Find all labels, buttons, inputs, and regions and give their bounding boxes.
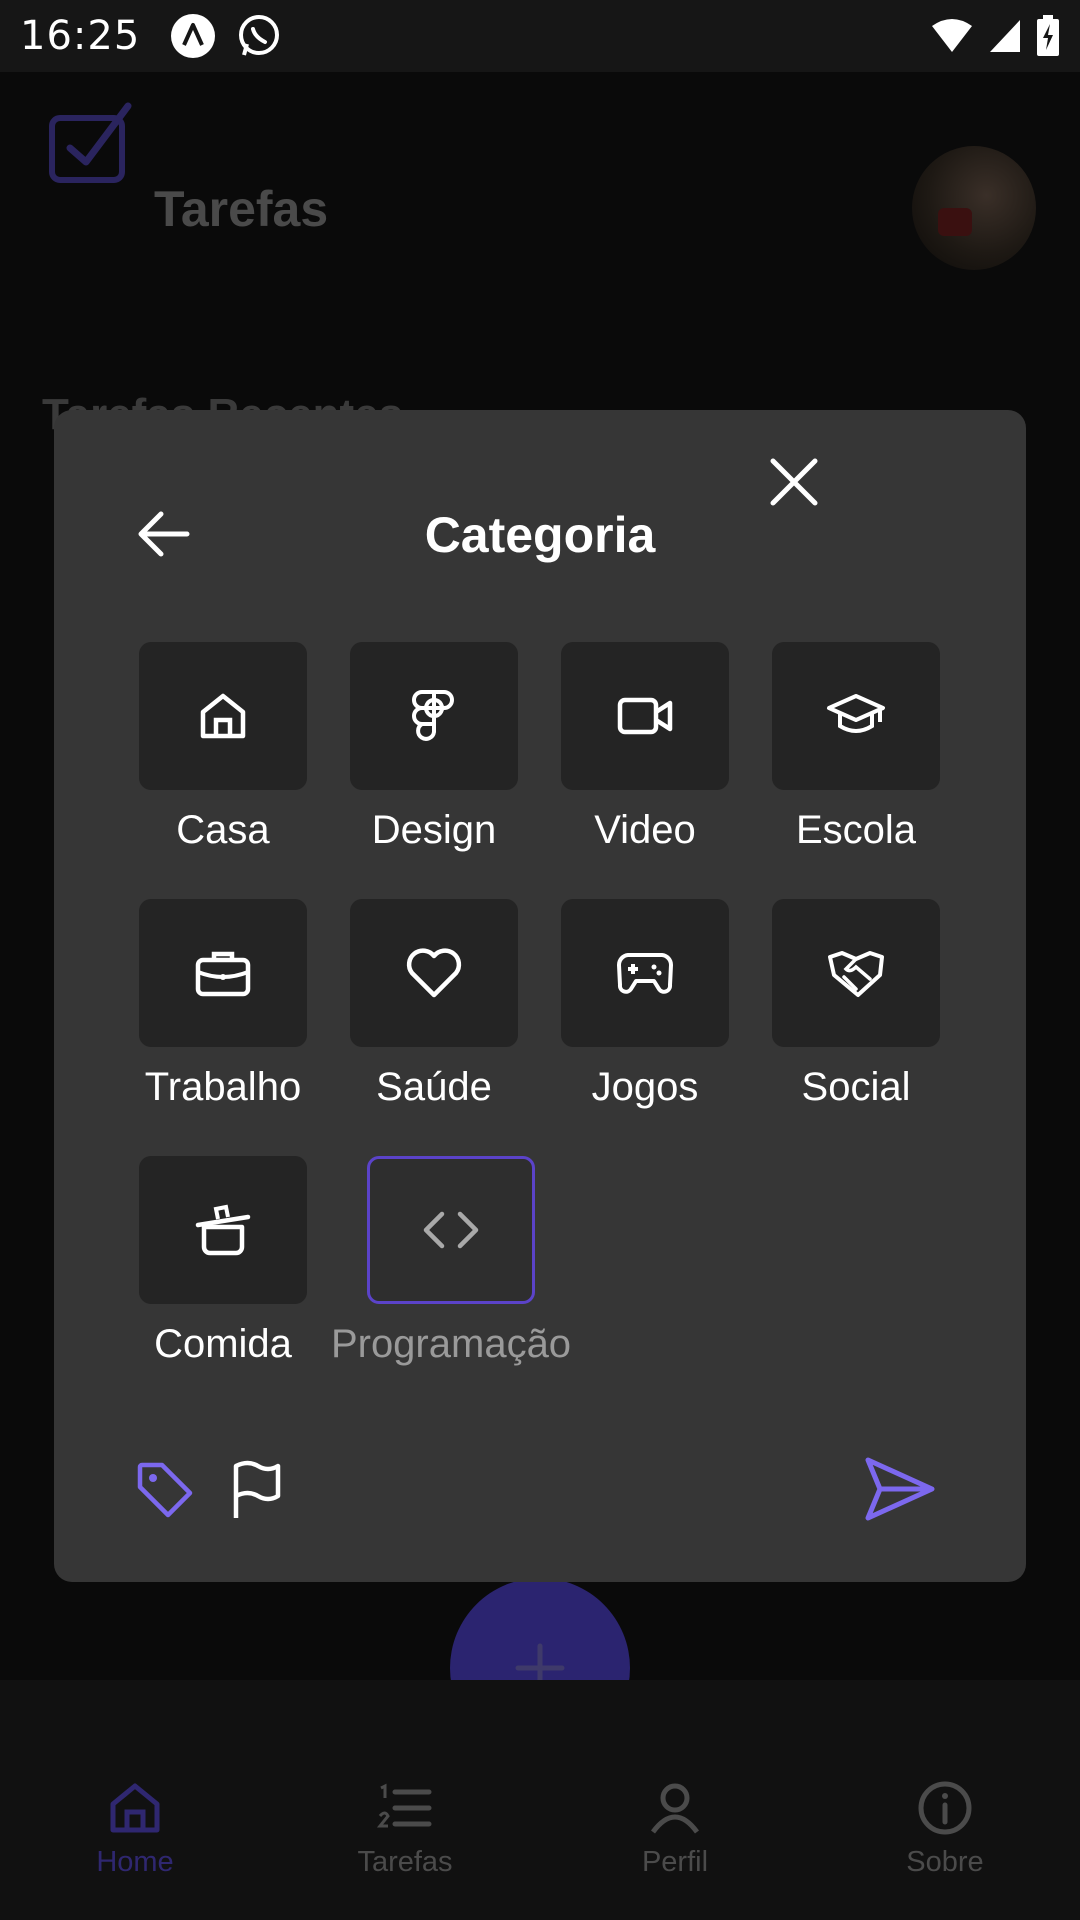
list-numbers-icon bbox=[377, 1783, 432, 1828]
category-casa[interactable]: Casa bbox=[139, 642, 307, 853]
briefcase-icon bbox=[195, 951, 251, 997]
nav-sobre-label: Sobre bbox=[906, 1846, 984, 1878]
category-jogos[interactable]: Jogos bbox=[561, 899, 729, 1110]
category-label: Jogos bbox=[591, 1065, 699, 1109]
category-social[interactable]: Social bbox=[772, 899, 940, 1110]
category-tile[interactable] bbox=[139, 642, 307, 790]
category-label: Programação bbox=[330, 1322, 572, 1366]
category-modal: Categoria Casa Design Video Escola Traba… bbox=[54, 410, 1026, 1582]
category-comida[interactable]: Comida bbox=[139, 1156, 307, 1367]
category-label: Casa bbox=[176, 808, 270, 852]
category-tile[interactable] bbox=[350, 642, 518, 790]
tag-icon[interactable] bbox=[136, 1461, 194, 1524]
cooking-pot-icon bbox=[195, 1204, 251, 1256]
nav-tarefas[interactable]: Tarefas bbox=[305, 1780, 505, 1879]
category-label: Design bbox=[371, 808, 497, 852]
home-icon bbox=[200, 693, 246, 739]
category-tile[interactable] bbox=[772, 642, 940, 790]
category-tile[interactable] bbox=[561, 642, 729, 790]
close-icon bbox=[770, 458, 818, 506]
avatar[interactable] bbox=[912, 146, 1036, 270]
bottom-navigation: Home Tarefas Perfil Sobre bbox=[0, 1680, 1080, 1920]
category-label: Trabalho bbox=[144, 1065, 302, 1109]
heart-icon bbox=[406, 948, 462, 998]
category-trabalho[interactable]: Trabalho bbox=[139, 899, 307, 1110]
category-label: Saúde bbox=[376, 1065, 492, 1109]
category-video[interactable]: Video bbox=[561, 642, 729, 853]
app-title: Tarefas bbox=[154, 181, 329, 237]
status-bar: 16:25 bbox=[0, 0, 1080, 72]
category-tile[interactable] bbox=[367, 1156, 535, 1304]
modal-title: Categoria bbox=[424, 507, 656, 563]
battery-charging-icon bbox=[1036, 15, 1060, 57]
send-button[interactable] bbox=[864, 1456, 936, 1527]
category-tile[interactable] bbox=[350, 899, 518, 1047]
handshake-icon bbox=[828, 951, 884, 997]
flag-icon[interactable] bbox=[230, 1460, 282, 1525]
nav-perfil[interactable]: Perfil bbox=[575, 1780, 775, 1879]
category-tile[interactable] bbox=[139, 1156, 307, 1304]
category-label: Social bbox=[801, 1065, 911, 1109]
app-notification-icon bbox=[170, 13, 216, 59]
send-icon bbox=[865, 1457, 935, 1521]
info-icon bbox=[918, 1781, 972, 1835]
category-tile[interactable] bbox=[561, 899, 729, 1047]
figma-icon bbox=[412, 690, 454, 741]
category-label: Escola bbox=[795, 808, 917, 852]
status-time: 16:25 bbox=[20, 13, 141, 59]
category-design[interactable]: Design bbox=[350, 642, 518, 853]
category-label: Comida bbox=[154, 1322, 292, 1366]
user-icon bbox=[650, 1783, 700, 1834]
nav-tarefas-label: Tarefas bbox=[357, 1846, 453, 1878]
checkbox-logo-icon bbox=[48, 100, 134, 189]
code-icon bbox=[423, 1211, 479, 1249]
whatsapp-icon bbox=[236, 13, 282, 59]
graduation-cap-icon bbox=[827, 694, 885, 733]
wifi-icon bbox=[930, 18, 974, 54]
category-tile[interactable] bbox=[772, 899, 940, 1047]
home-icon bbox=[110, 1783, 160, 1833]
gamepad-icon bbox=[616, 953, 674, 994]
video-camera-icon bbox=[617, 697, 673, 735]
category-escola[interactable]: Escola bbox=[772, 642, 940, 853]
category-label: Video bbox=[594, 808, 696, 852]
category-tile[interactable] bbox=[139, 899, 307, 1047]
nav-sobre[interactable]: Sobre bbox=[845, 1780, 1045, 1879]
nav-perfil-label: Perfil bbox=[641, 1846, 709, 1878]
nav-home[interactable]: Home bbox=[35, 1780, 235, 1879]
nav-home-label: Home bbox=[96, 1846, 174, 1878]
signal-icon bbox=[988, 18, 1022, 54]
category-saude[interactable]: Saúde bbox=[350, 899, 518, 1110]
category-programacao[interactable]: Programação bbox=[331, 1156, 571, 1367]
